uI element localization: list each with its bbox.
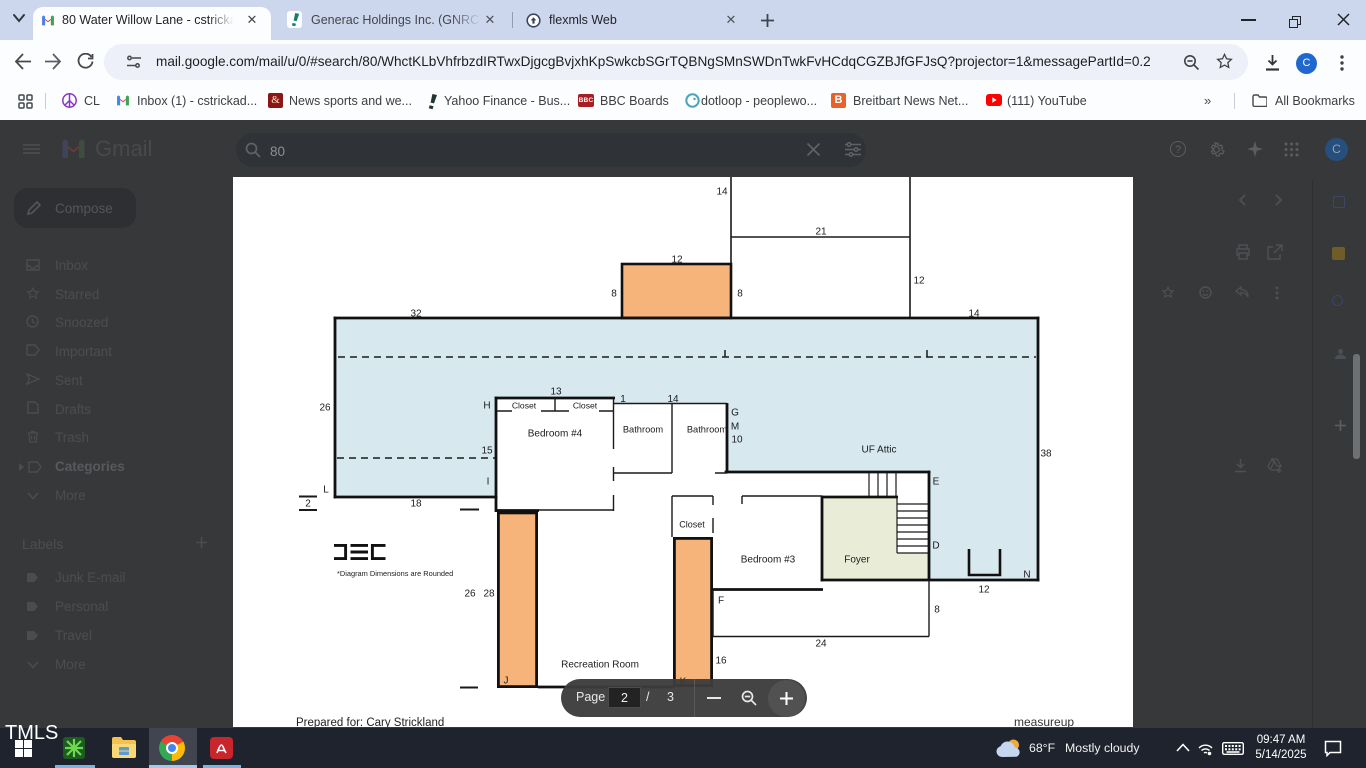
- svg-text:E: E: [933, 477, 940, 488]
- svg-text:26: 26: [319, 403, 331, 414]
- svg-text:Bedroom #4: Bedroom #4: [528, 429, 583, 440]
- svg-text:12: 12: [978, 585, 990, 596]
- svg-text:16: 16: [715, 656, 727, 667]
- svg-text:H: H: [483, 401, 490, 412]
- svg-text:*Diagram Dimensions are Rounde: *Diagram Dimensions are Rounded: [337, 569, 453, 578]
- svg-text:12: 12: [913, 276, 925, 287]
- svg-text:Prepared for: Cary Strickland: Prepared for: Cary Strickland: [296, 717, 444, 727]
- svg-text:Closet: Closet: [679, 520, 705, 530]
- svg-text:N: N: [1023, 570, 1030, 581]
- svg-text:Bathroom: Bathroom: [623, 425, 664, 435]
- svg-text:Bathroom: Bathroom: [687, 425, 728, 435]
- svg-text:Closet: Closet: [573, 401, 598, 411]
- svg-text:G: G: [731, 408, 739, 419]
- svg-text:J: J: [504, 676, 509, 687]
- svg-text:13: 13: [550, 387, 562, 398]
- svg-text:18: 18: [410, 499, 422, 510]
- svg-text:32: 32: [410, 309, 422, 320]
- svg-text:8: 8: [934, 605, 940, 616]
- svg-text:28: 28: [483, 589, 495, 600]
- svg-text:12: 12: [671, 255, 683, 266]
- svg-text:26: 26: [464, 589, 476, 600]
- svg-text:8: 8: [737, 289, 743, 300]
- svg-text:Closet: Closet: [512, 401, 537, 411]
- svg-text:I: I: [487, 477, 490, 488]
- svg-text:10: 10: [731, 435, 743, 446]
- svg-text:Foyer: Foyer: [844, 555, 870, 566]
- svg-text:D: D: [932, 541, 939, 552]
- svg-text:8: 8: [611, 289, 617, 300]
- svg-text:measureup: measureup: [1014, 715, 1074, 727]
- svg-text:38: 38: [1040, 449, 1052, 460]
- svg-text:15: 15: [481, 446, 493, 457]
- svg-text:UF Attic: UF Attic: [861, 445, 896, 456]
- svg-text:2: 2: [305, 499, 311, 510]
- svg-text:14: 14: [968, 309, 980, 320]
- svg-text:14: 14: [667, 394, 679, 405]
- svg-text:M: M: [731, 422, 739, 433]
- svg-text:Recreation Room: Recreation Room: [561, 660, 639, 671]
- svg-text:14: 14: [716, 187, 728, 198]
- svg-text:Bedroom #3: Bedroom #3: [741, 555, 796, 566]
- svg-text:1: 1: [620, 394, 626, 405]
- svg-text:L: L: [323, 485, 329, 496]
- svg-text:24: 24: [815, 639, 827, 650]
- svg-text:F: F: [718, 596, 724, 607]
- svg-text:21: 21: [815, 227, 827, 238]
